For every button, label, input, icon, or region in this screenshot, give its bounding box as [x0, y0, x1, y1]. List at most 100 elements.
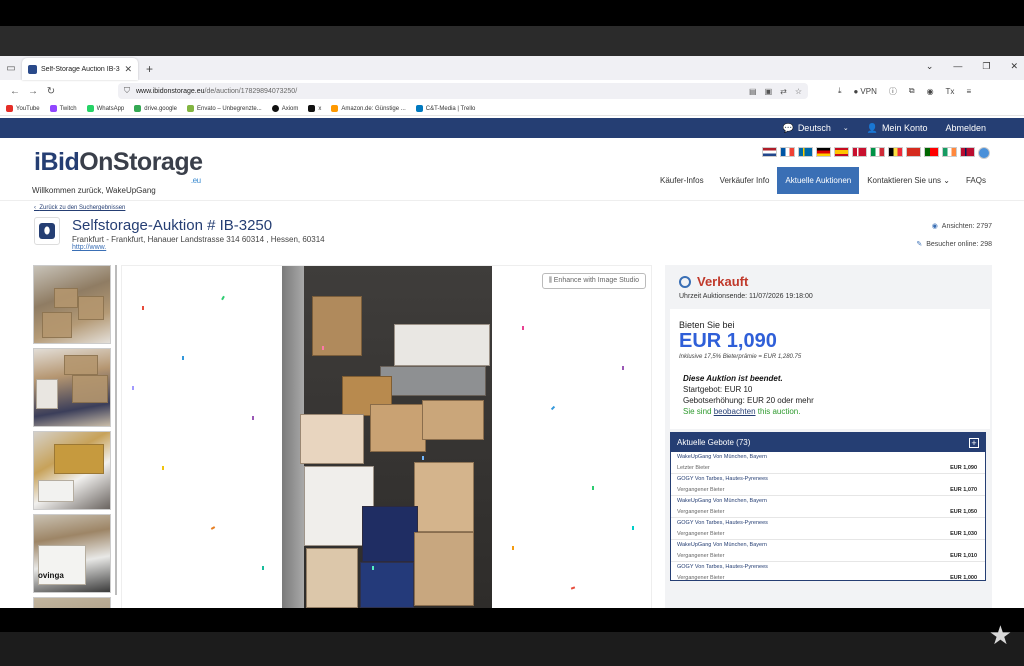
- image-viewer: ⫼ Enhance with Image Studio: [121, 265, 652, 608]
- nav-current-auctions[interactable]: Aktuelle Auktionen: [777, 167, 860, 194]
- account-link[interactable]: 👤 Mein Konto: [867, 123, 928, 134]
- letterbox-top: [0, 0, 1024, 56]
- web-page: 💬 Deutsch ⌄ 👤 Mein Konto Abmelden iBidOnSto…: [0, 118, 1024, 608]
- back-icon[interactable]: ←: [6, 86, 24, 97]
- nav-bar: ← → ↻ ⛉ www.ibidonstorage.eu/de/auction/…: [0, 80, 1024, 102]
- site-logo[interactable]: iBidOnStorage .eu: [34, 148, 203, 185]
- browser-window: ▭ Self-Storage Auction IB-3250 | ✕ + ⌄ —…: [0, 56, 1024, 608]
- auction-content: ‹ Zurück zu den Suchergebnissen ⬮ Selfst…: [0, 200, 1024, 608]
- wrench-icon: ✎: [916, 241, 923, 248]
- amazon-icon: [331, 105, 339, 112]
- main-photo[interactable]: [282, 266, 492, 608]
- download-icon[interactable]: ⤓: [838, 86, 842, 96]
- favicon-icon: [28, 64, 37, 74]
- watching-text: Sie sind beobachten this auction.: [683, 407, 801, 416]
- forward-icon[interactable]: →: [24, 86, 42, 97]
- bid-increment: Gebotserhöhung: EUR 20 oder mehr: [683, 396, 814, 405]
- flag-se-icon[interactable]: [798, 147, 813, 157]
- browser-tab[interactable]: Self-Storage Auction IB-3250 | ✕: [22, 58, 138, 80]
- bookmark-item[interactable]: Amazon.de: Günstige ...: [331, 105, 406, 112]
- nav-faqs[interactable]: FAQs: [958, 167, 994, 194]
- flag-pt-icon[interactable]: [924, 147, 939, 157]
- restore-icon[interactable]: ❐: [982, 61, 990, 72]
- translate-icon[interactable]: ⇄: [780, 87, 787, 96]
- flag-nl-icon[interactable]: [762, 147, 777, 157]
- flag-dk-icon[interactable]: [852, 147, 867, 157]
- flag-de-icon[interactable]: [816, 147, 831, 157]
- screenshot-icon[interactable]: ▣: [765, 87, 773, 96]
- flag-no-icon[interactable]: [960, 147, 975, 157]
- back-to-results-link[interactable]: ‹ Zurück zu den Suchergebnissen: [34, 205, 125, 211]
- lock-icon: ⬮: [39, 223, 55, 239]
- shield-icon[interactable]: ⛉: [124, 86, 130, 96]
- bookmark-item[interactable]: C&T-Media | Trello: [415, 105, 475, 112]
- bid-history: Aktuelle Gebote (73) + WakeUpGang Von Mü…: [670, 432, 986, 581]
- bookmark-item[interactable]: Twitch: [49, 105, 77, 112]
- flag-es-icon[interactable]: [834, 147, 849, 157]
- tab-title: Self-Storage Auction IB-3250 |: [41, 65, 120, 73]
- auction-stats: ◉ Ansichten: 2797 ✎ Besucher online: 298: [916, 218, 992, 254]
- sliders-icon: ⫼: [548, 277, 552, 284]
- bid-row: WakeUpGang Von München, Bayern Vergangene…: [671, 540, 985, 562]
- online-count: Besucher online: 298: [926, 241, 992, 248]
- flag-ch-icon[interactable]: [906, 147, 921, 157]
- minimize-icon[interactable]: —: [953, 61, 962, 72]
- thumbnail-scrollbar[interactable]: [115, 265, 117, 595]
- window-controls: ⌄ — ❐ ✕: [926, 61, 1018, 72]
- sold-label: Verkauft: [697, 274, 749, 289]
- whatsapp-icon: [86, 105, 94, 112]
- thumbnail-image[interactable]: [33, 348, 111, 427]
- translate-ext-icon[interactable]: Tx: [946, 87, 955, 96]
- close-window-icon[interactable]: ✕: [1010, 61, 1018, 72]
- bid-label: Bieten Sie bei: [679, 320, 735, 330]
- bookmark-item[interactable]: Axiom: [271, 105, 298, 112]
- language-selector[interactable]: 💬 Deutsch ⌄: [783, 123, 849, 134]
- reload-icon[interactable]: ↻: [42, 86, 60, 97]
- bookmark-item[interactable]: drive.google: [134, 105, 177, 112]
- bid-row: GOGY Von Tarbes, Hautes-Pyrenees Vergange…: [671, 518, 985, 540]
- tab-list-icon[interactable]: ▭: [0, 56, 22, 80]
- bookmark-item[interactable]: YouTube: [6, 105, 40, 112]
- bookmark-item[interactable]: WhatsApp: [86, 105, 124, 112]
- close-tab-icon[interactable]: ✕: [124, 64, 132, 75]
- info-icon[interactable]: ⓘ: [889, 86, 897, 97]
- flag-it-icon[interactable]: [870, 147, 885, 157]
- address-bar[interactable]: ⛉ www.ibidonstorage.eu/de/auction/178298…: [118, 83, 808, 99]
- bookmark-item[interactable]: x: [308, 105, 321, 112]
- chevron-down-icon[interactable]: ⌄: [926, 61, 934, 72]
- welcome-text: Willkommen zurück, WakeUpGang: [32, 186, 156, 195]
- vpn-button[interactable]: ● VPN: [854, 87, 877, 96]
- reader-icon[interactable]: ▤: [749, 87, 757, 96]
- site-header: iBidOnStorage .eu Willkommen zurück, Wak…: [0, 138, 1024, 200]
- flag-be-icon[interactable]: [888, 147, 903, 157]
- bookmark-star-icon[interactable]: ☆: [795, 87, 802, 96]
- bid-row: GOGY Von Tarbes, Hautes-Pyrenees Vergange…: [671, 562, 985, 580]
- thumbnail-image[interactable]: [33, 597, 111, 608]
- menu-icon[interactable]: ≡: [966, 87, 971, 96]
- globe-icon[interactable]: [978, 147, 990, 159]
- views-count: Ansichten: 2797: [941, 223, 992, 230]
- thumbnail-image[interactable]: [33, 265, 111, 344]
- enhance-image-button[interactable]: ⫼ Enhance with Image Studio: [541, 273, 646, 289]
- nav-contact[interactable]: Kontaktieren Sie uns ⌄: [859, 167, 958, 194]
- nav-seller-info[interactable]: Verkäufer Info: [712, 167, 778, 194]
- thumbnail-image[interactable]: [33, 431, 111, 510]
- auction-status: Verkauft: [679, 274, 748, 289]
- new-tab-icon[interactable]: +: [146, 62, 153, 76]
- nav-buyer-info[interactable]: Käufer-Infos: [652, 167, 712, 194]
- bookmark-item[interactable]: Envato – Unbegrenzte...: [186, 105, 262, 112]
- thumbnail-image[interactable]: ovinga: [33, 514, 111, 593]
- puzzle-icon[interactable]: ⧉: [909, 86, 915, 96]
- watch-link[interactable]: beobachten: [714, 407, 756, 416]
- flag-ie-icon[interactable]: [942, 147, 957, 157]
- flag-fr-icon[interactable]: [780, 147, 795, 157]
- bid-row: WakeUpGang Von München, Bayern Vergangene…: [671, 496, 985, 518]
- language-flags: [762, 147, 990, 159]
- youtube-icon: [6, 105, 13, 112]
- extension-icon[interactable]: ◉: [927, 87, 934, 96]
- bid-amount: EUR 1,090: [679, 330, 777, 352]
- logout-link[interactable]: Abmelden: [945, 123, 986, 133]
- expand-icon[interactable]: +: [969, 437, 979, 448]
- auction-logo: ⬮: [34, 217, 60, 245]
- auction-website-link[interactable]: http://www.: [72, 244, 106, 251]
